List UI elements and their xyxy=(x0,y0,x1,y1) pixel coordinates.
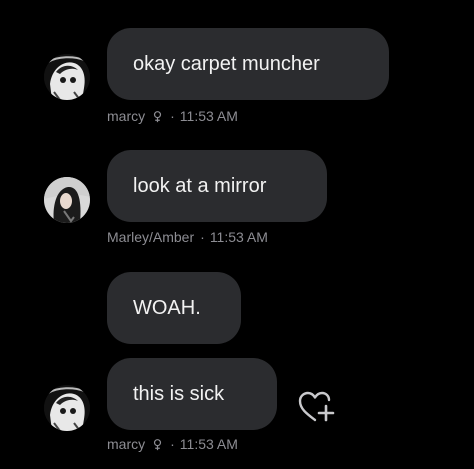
separator: · xyxy=(170,108,175,124)
avatar[interactable] xyxy=(44,54,90,100)
message-text: okay carpet muncher xyxy=(133,53,320,75)
author-name[interactable]: Marley/Amber xyxy=(107,229,194,245)
message-text: look at a mirror xyxy=(133,175,267,197)
message-meta: marcy · 11:53 AM xyxy=(107,108,238,124)
photo-avatar xyxy=(44,177,90,223)
timestamp: 11:53 AM xyxy=(179,436,238,452)
add-reaction-button[interactable] xyxy=(297,390,337,426)
flower-badge-icon xyxy=(154,110,162,122)
author-name[interactable]: marcy xyxy=(107,436,145,452)
anime-avatar-icon xyxy=(44,54,90,100)
message-bubble[interactable]: WOAH. xyxy=(107,272,241,344)
message-text: this is sick xyxy=(133,383,225,405)
message-meta: Marley/Amber · 11:53 AM xyxy=(107,229,268,245)
heart-plus-icon xyxy=(298,391,335,422)
timestamp: 11:53 AM xyxy=(179,108,238,124)
separator: · xyxy=(200,229,205,245)
separator: · xyxy=(170,436,175,452)
message-meta: marcy · 11:53 AM xyxy=(107,436,238,452)
anime-avatar-icon xyxy=(44,385,90,431)
avatar[interactable] xyxy=(44,385,90,431)
timestamp: 11:53 AM xyxy=(209,229,268,245)
message-text: WOAH. xyxy=(133,297,201,319)
avatar[interactable] xyxy=(44,177,90,223)
message-bubble[interactable]: look at a mirror xyxy=(107,150,327,222)
message-bubble[interactable]: this is sick xyxy=(107,358,277,430)
message-bubble[interactable]: okay carpet muncher xyxy=(107,28,389,100)
author-name[interactable]: marcy xyxy=(107,108,145,124)
flower-badge-icon xyxy=(154,438,162,450)
